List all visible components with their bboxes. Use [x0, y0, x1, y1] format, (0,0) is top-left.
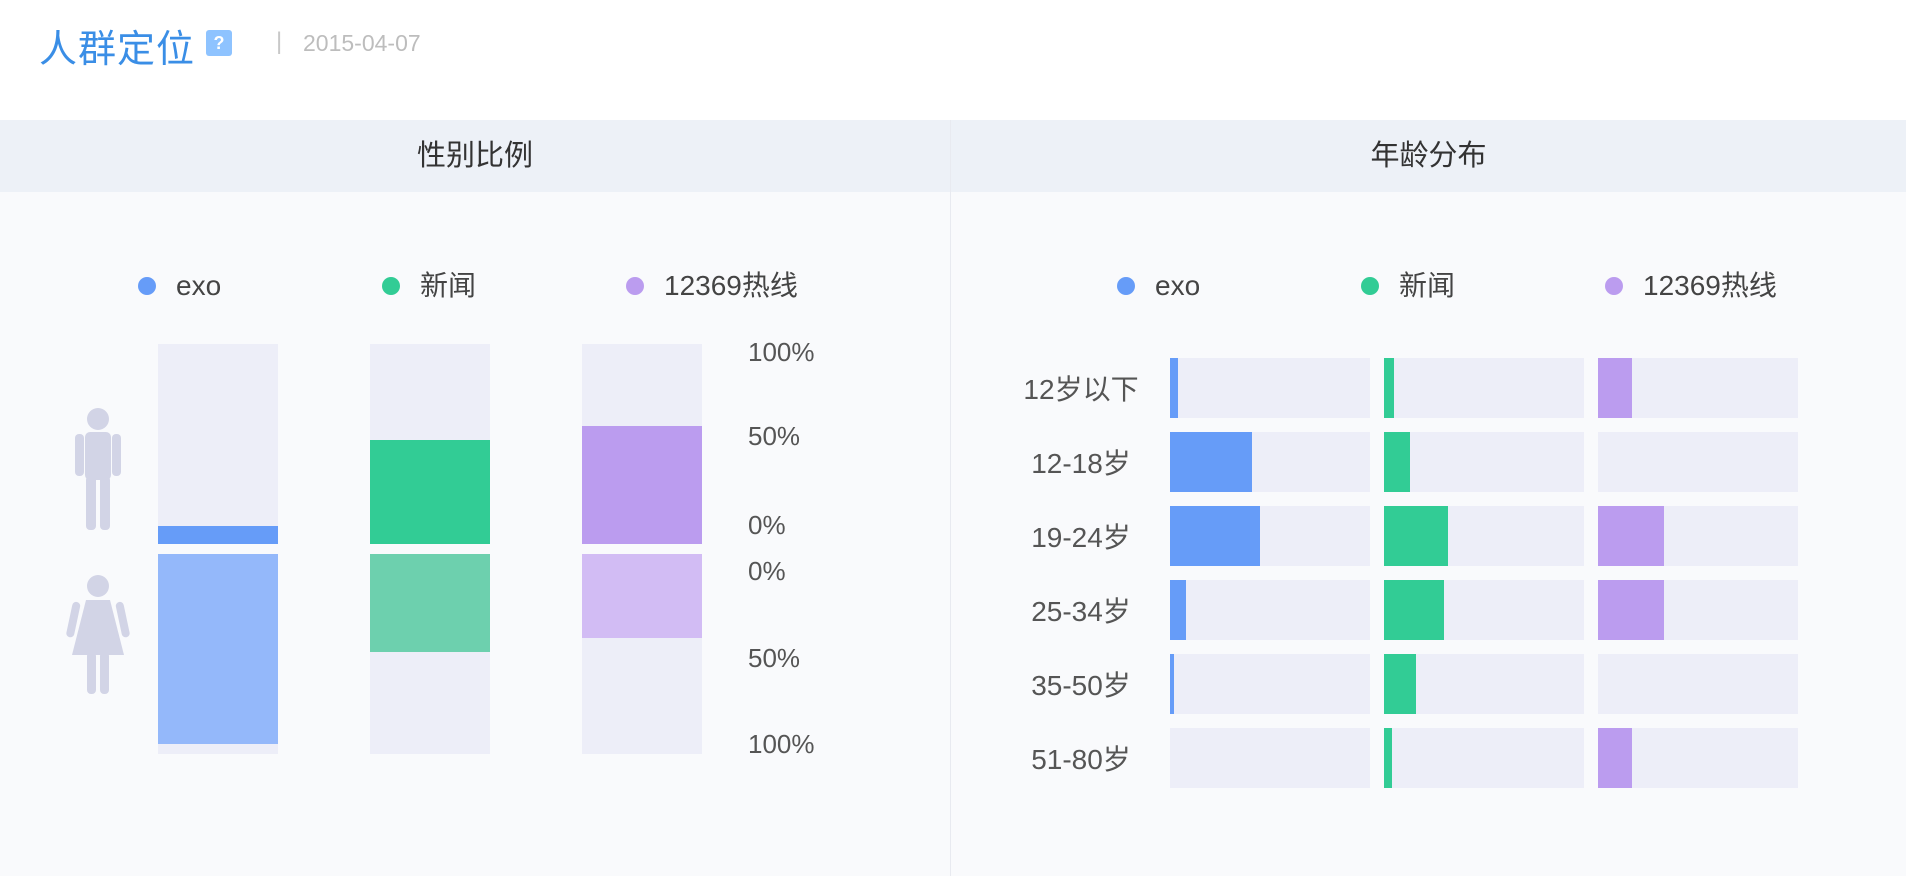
- help-icon[interactable]: ?: [206, 30, 232, 56]
- report-date: 2015-04-07: [303, 30, 421, 56]
- age-bar-exo: [1170, 654, 1174, 714]
- gender-track-upper-exo: [158, 344, 278, 544]
- age-bar-exo: [1170, 506, 1260, 566]
- y-tick-label: 100%: [748, 337, 815, 367]
- y-tick-label: 100%: [748, 729, 815, 759]
- age-bar-hotline: [1598, 580, 1664, 640]
- age-bar-hotline: [1598, 728, 1632, 788]
- gender-ratio-panel: 性别比例 exo 新闻 12369热线 100% 50% 0% 0% 50% 1…: [0, 120, 951, 876]
- female-icon: [66, 575, 130, 694]
- page-title: 人群定位: [39, 29, 196, 71]
- age-bar-hotline: [1598, 506, 1664, 566]
- age-track-exo: [1170, 654, 1370, 714]
- age-track-news: [1384, 728, 1584, 788]
- age-track-news: [1384, 432, 1584, 492]
- gender-ratio-chart: 100% 50% 0% 0% 50% 100%: [66, 337, 815, 759]
- age-category-label: 12-18岁: [1031, 448, 1131, 479]
- age-bar-exo: [1170, 580, 1186, 640]
- age-bar-exo: [1170, 432, 1252, 492]
- age-track-hotline: [1598, 432, 1798, 492]
- age-bar-news: [1384, 358, 1394, 418]
- age-bar-news: [1384, 654, 1416, 714]
- male-icon: [75, 408, 121, 530]
- page-header: 人群定位 ? | 2015-04-07: [0, 0, 1906, 120]
- age-distribution-panel: 年龄分布 exo 新闻 12369热线 12岁以下 12-18岁 19-24岁 25-…: [951, 120, 1906, 876]
- age-track-hotline: [1598, 654, 1798, 714]
- gender-bar-male-exo: [158, 526, 278, 544]
- age-bar-hotline: [1598, 358, 1632, 418]
- age-category-label: 35-50岁: [1031, 670, 1131, 701]
- age-bar-news: [1384, 506, 1448, 566]
- y-tick-label: 50%: [748, 643, 800, 673]
- age-category-label: 51-80岁: [1031, 744, 1131, 775]
- gender-bar-male-news: [370, 440, 490, 544]
- gender-bar-female-news: [370, 554, 490, 652]
- age-bar-news: [1384, 432, 1410, 492]
- y-tick-label: 0%: [748, 556, 786, 586]
- age-track-exo: [1170, 728, 1370, 788]
- age-category-label: 19-24岁: [1031, 522, 1131, 553]
- y-tick-label: 50%: [748, 421, 800, 451]
- y-tick-label: 0%: [748, 510, 786, 540]
- age-bar-news: [1384, 580, 1444, 640]
- age-category-label: 12岁以下: [1023, 374, 1138, 405]
- age-bar-news: [1384, 728, 1392, 788]
- age-track-exo: [1170, 580, 1370, 640]
- gender-bar-female-exo: [158, 554, 278, 744]
- age-distribution-chart: 12岁以下 12-18岁 19-24岁 25-34岁 35-50岁 51-80岁: [1023, 358, 1798, 788]
- gender-bar-male-hotline: [582, 426, 702, 544]
- age-category-label: 25-34岁: [1031, 596, 1131, 627]
- age-bar-exo: [1170, 358, 1178, 418]
- gender-bar-female-hotline: [582, 554, 702, 638]
- title-separator: |: [276, 28, 283, 55]
- age-track-news: [1384, 358, 1584, 418]
- age-track-exo: [1170, 358, 1370, 418]
